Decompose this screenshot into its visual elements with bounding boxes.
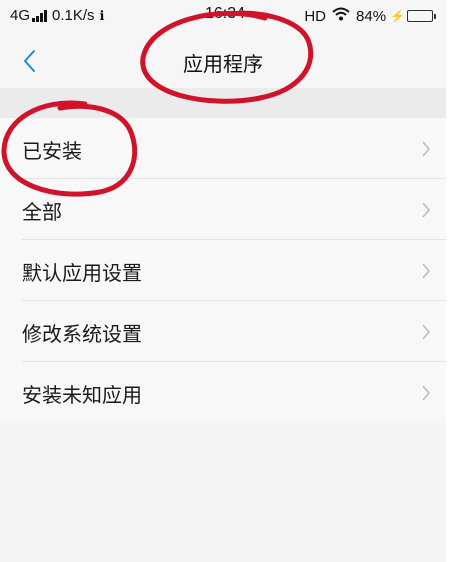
- list-item-label: 已安装: [22, 139, 82, 163]
- navigation-header: 应用程序: [0, 34, 446, 88]
- network-speed: 0.1K/s: [52, 7, 95, 24]
- list-item-all[interactable]: 全部: [0, 179, 446, 240]
- status-left: 4G 0.1K/s ℹ: [10, 7, 105, 24]
- clock: 16:34: [205, 5, 246, 22]
- chevron-right-icon: [422, 141, 431, 157]
- list-item-installed[interactable]: 已安装: [0, 118, 446, 179]
- network-type: 4G: [10, 7, 31, 24]
- list-item-default-apps[interactable]: 默认应用设置: [0, 240, 446, 301]
- chevron-right-icon: [422, 202, 431, 218]
- settings-list: 已安装 全部 默认应用设置 修改系统设置 安装未知应用: [0, 118, 446, 423]
- list-item-label: 修改系统设置: [22, 322, 142, 346]
- status-bar: 4G 0.1K/s ℹ 16:34 HD 84% ⚡: [0, 0, 446, 34]
- battery-percent: 84%: [356, 7, 387, 25]
- notification-icon: ℹ: [99, 7, 105, 23]
- hd-badge: HD: [304, 7, 327, 25]
- charging-icon: ⚡: [390, 9, 405, 23]
- list-item-modify-system-settings[interactable]: 修改系统设置: [0, 301, 446, 362]
- app-screen: 4G 0.1K/s ℹ 16:34 HD 84% ⚡ 应用程序 已安装 全部 默…: [0, 0, 449, 562]
- list-item-install-unknown-apps[interactable]: 安装未知应用: [0, 362, 446, 423]
- chevron-right-icon: [422, 263, 431, 279]
- wifi-icon: [332, 7, 350, 25]
- page-title: 应用程序: [183, 52, 263, 76]
- list-item-label: 全部: [22, 200, 62, 224]
- section-spacer: [0, 88, 446, 118]
- signal-icon: [32, 9, 48, 22]
- chevron-right-icon: [422, 385, 431, 401]
- list-item-label: 默认应用设置: [22, 261, 142, 285]
- chevron-right-icon: [422, 324, 431, 340]
- list-item-label: 安装未知应用: [22, 383, 142, 407]
- status-right: HD 84% ⚡: [304, 7, 436, 25]
- battery-icon: ⚡: [390, 9, 436, 23]
